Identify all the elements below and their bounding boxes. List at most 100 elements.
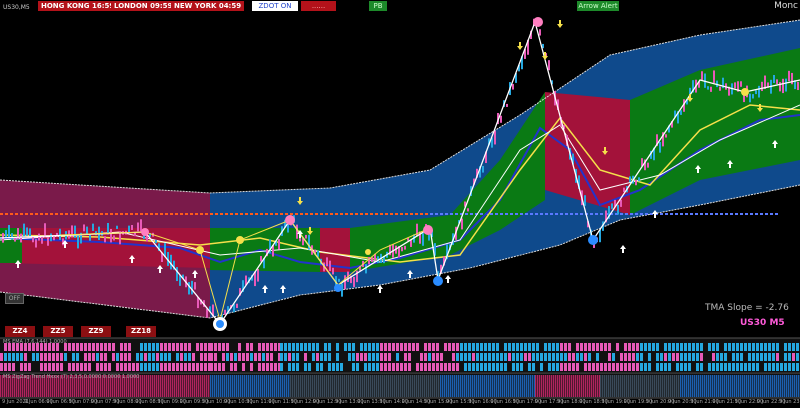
ema-block <box>52 363 55 371</box>
ema-block <box>756 353 759 361</box>
ema-block <box>218 363 221 371</box>
candle <box>338 278 340 282</box>
zigzag-trend-bar <box>346 375 348 397</box>
ema-block <box>160 343 163 351</box>
ema-block <box>214 343 217 351</box>
ema-block <box>476 343 479 351</box>
zigzag-trend-bar <box>444 375 446 397</box>
ema-block <box>712 353 715 361</box>
ema-block <box>372 363 375 371</box>
zigzag-trend-bar <box>670 375 672 397</box>
zigzag-trend-bar <box>551 375 553 397</box>
zigzag-trend-bar <box>700 375 702 397</box>
ema-block <box>180 343 183 351</box>
zigzag-trend-bar <box>260 375 262 397</box>
ema-block <box>246 343 249 351</box>
ema-block <box>204 363 207 371</box>
ema-block <box>396 363 399 371</box>
ema-block <box>388 363 391 371</box>
candle <box>83 224 85 232</box>
zdot-toggle-button[interactable]: ZDOT ON <box>252 1 298 11</box>
candle <box>128 225 130 233</box>
ema-block <box>764 343 767 351</box>
zigzag-trend-bar <box>575 375 577 397</box>
ema-block <box>468 363 471 371</box>
zz5-button[interactable]: ZZ5 <box>43 326 73 337</box>
price-chart[interactable] <box>0 0 800 408</box>
ema-block <box>238 343 241 351</box>
candle <box>29 228 31 237</box>
ema-block <box>210 353 213 361</box>
ema-block <box>404 363 407 371</box>
ema-block <box>104 343 107 351</box>
ema-block <box>584 363 587 371</box>
candle <box>740 81 742 87</box>
ema-block <box>196 343 199 351</box>
zigzag-trend-bar <box>186 375 188 397</box>
ema-block <box>20 363 23 371</box>
ema-block <box>648 353 651 361</box>
zigzag-trend-bar <box>448 375 450 397</box>
ema-block <box>214 353 217 361</box>
ema-block <box>238 353 241 361</box>
ema-block <box>504 353 507 361</box>
ema-block <box>80 343 83 351</box>
ema-block <box>548 353 551 361</box>
zigzag-trend-bar <box>790 375 792 397</box>
zz18-button[interactable]: ZZ18 <box>126 326 156 337</box>
zigzag-trend-bar <box>150 375 152 397</box>
ema-block <box>452 353 455 361</box>
ema-block <box>612 353 615 361</box>
zigzag-trend-bar <box>358 375 360 397</box>
ema-block <box>320 363 323 371</box>
zz4-button[interactable]: ZZ4 <box>5 326 35 337</box>
zigzag-trend-bar <box>202 375 204 397</box>
zigzag-trend-bar <box>595 375 597 397</box>
ema-block <box>92 353 95 361</box>
zz9-button[interactable]: ZZ9 <box>81 326 111 337</box>
ema-block <box>428 343 431 351</box>
zigzag-trend-bar <box>272 375 274 397</box>
ema-block <box>200 343 203 351</box>
candle <box>188 282 190 295</box>
alert-toggle-button[interactable]: ...... <box>301 1 336 11</box>
ema-block <box>736 363 739 371</box>
ema-block <box>424 363 427 371</box>
zigzag-trend-bar <box>650 375 652 397</box>
zigzag-trend-bar <box>338 375 340 397</box>
zigzag-trend-bar <box>410 375 412 397</box>
zigzag-trend-bar <box>766 375 768 397</box>
pb-button[interactable]: PB <box>369 1 387 11</box>
candle <box>107 222 109 235</box>
yellow-signal-dot <box>196 246 204 254</box>
candle <box>680 110 682 115</box>
zigzag-trend-bar <box>278 375 280 397</box>
ema-block <box>608 353 611 361</box>
ema-block <box>8 363 11 371</box>
zigzag-trend-bar <box>706 375 708 397</box>
ema-block <box>532 353 535 361</box>
arrow-alert-button[interactable]: Arrow Alert <box>577 1 619 11</box>
ema-block <box>604 363 607 371</box>
ema-block <box>752 343 755 351</box>
ema-block <box>532 343 535 351</box>
ema-block <box>266 343 269 351</box>
off-button[interactable]: OFF <box>5 293 24 304</box>
zigzag-trend-bar <box>230 375 232 397</box>
candle <box>623 187 625 193</box>
session-hongkong: HONG KONG 16:59 <box>38 1 118 11</box>
swing-high-marker <box>533 17 543 27</box>
ema-block <box>120 343 123 351</box>
ema-block <box>222 363 225 371</box>
ema-block <box>234 363 237 371</box>
ema-block <box>456 353 459 361</box>
ema-block <box>600 363 603 371</box>
ema-block <box>484 343 487 351</box>
ema-block <box>188 353 191 361</box>
ema-block <box>624 363 627 371</box>
ema-block <box>676 343 679 351</box>
zigzag-trend-bar <box>692 375 694 397</box>
ema-block <box>464 363 467 371</box>
ema-block <box>776 343 779 351</box>
ema-block <box>20 353 23 361</box>
